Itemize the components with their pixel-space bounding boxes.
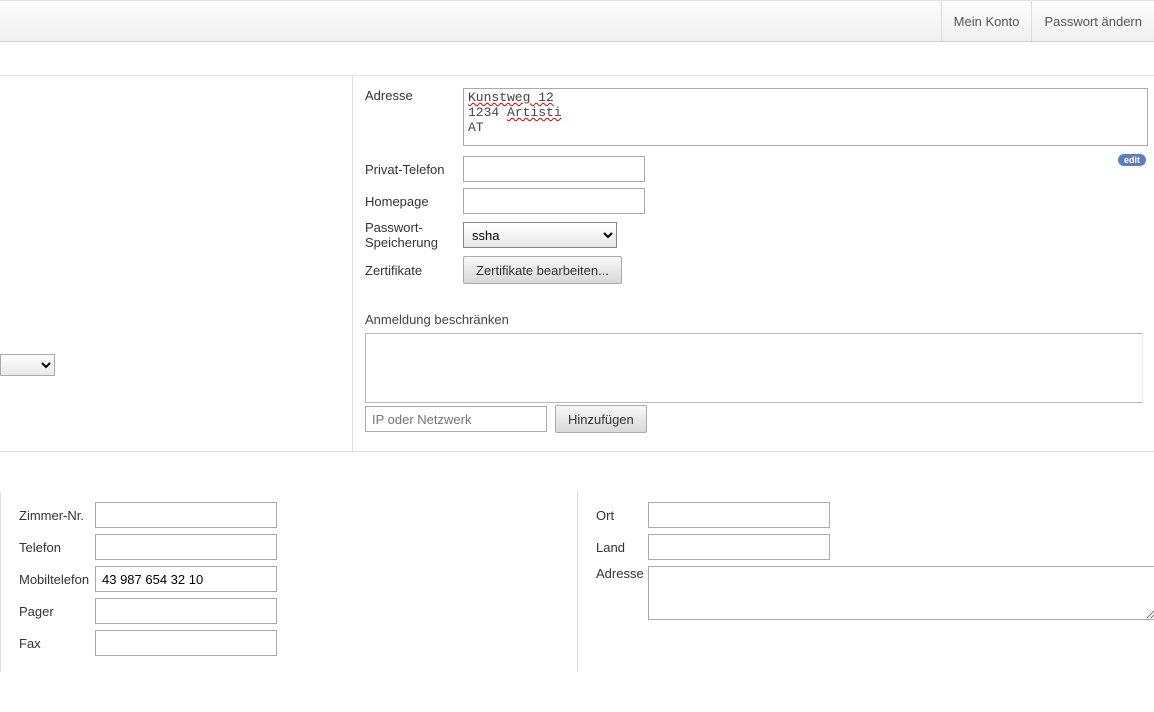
label-address2: Adresse (596, 566, 648, 581)
spacer (0, 42, 1154, 76)
address-line3: AT (468, 120, 484, 135)
restrict-login-list[interactable] (365, 333, 1143, 403)
label-private-phone: Privat-Telefon (365, 162, 463, 177)
label-password-storage: Passwort- Speicherung (365, 220, 463, 250)
pwd-store-l2: Speicherung (365, 235, 438, 250)
bottom-right-column: Ort Land Adresse (577, 492, 1154, 672)
label-certificates: Zertifikate (365, 263, 463, 278)
bottom-left-column: Zimmer-Nr. Telefon Mobiltelefon Pager Fa… (0, 492, 577, 672)
mid-gap (55, 76, 352, 451)
label-room-no: Zimmer-Nr. (19, 508, 95, 523)
city-input[interactable] (648, 502, 830, 528)
mobile-input[interactable] (95, 566, 277, 592)
address-line2a: 1234 (468, 105, 507, 120)
bottom-section: Zimmer-Nr. Telefon Mobiltelefon Pager Fa… (0, 492, 1154, 672)
nav-my-account[interactable]: Mein Konto (941, 1, 1032, 41)
fax-input[interactable] (95, 630, 277, 656)
address2-textarea[interactable] (648, 566, 1154, 620)
address-textarea[interactable]: Kunstweg 121234 Artisti AT (463, 88, 1148, 146)
truncated-select[interactable] (0, 354, 55, 376)
label-phone: Telefon (19, 540, 95, 555)
room-input[interactable] (95, 502, 277, 528)
main-form-area: Adresse Kunstweg 121234 ArtistiAT edit P… (0, 76, 1154, 452)
right-form-column: Adresse Kunstweg 121234 ArtistiAT edit P… (353, 76, 1154, 451)
label-city: Ort (596, 508, 648, 523)
label-country: Land (596, 540, 648, 555)
pager-input[interactable] (95, 598, 277, 624)
ip-network-input[interactable] (365, 406, 547, 432)
top-nav-bar: Mein Konto Passwort ändern (0, 0, 1154, 42)
edit-certificates-button[interactable]: Zertifikate bearbeiten... (463, 256, 622, 284)
pwd-store-l1: Passwort- (365, 220, 423, 235)
add-button[interactable]: Hinzufügen (555, 405, 647, 433)
password-storage-select[interactable]: ssha (463, 222, 617, 248)
phone-input[interactable] (95, 534, 277, 560)
label-homepage: Homepage (365, 194, 463, 209)
homepage-input[interactable] (463, 188, 645, 214)
label-restrict-login: Anmeldung beschränken (365, 312, 1148, 327)
label-mobile: Mobiltelefon (19, 572, 95, 587)
address-line1: Kunstweg 12 (468, 90, 554, 105)
left-column-stub (0, 76, 55, 451)
country-input[interactable] (648, 534, 830, 560)
label-fax: Fax (19, 636, 95, 651)
nav-change-password[interactable]: Passwort ändern (1031, 1, 1154, 41)
label-pager: Pager (19, 604, 95, 619)
address-line2b: Artisti (507, 105, 562, 120)
label-address: Adresse (365, 88, 463, 103)
private-phone-input[interactable] (463, 156, 645, 182)
